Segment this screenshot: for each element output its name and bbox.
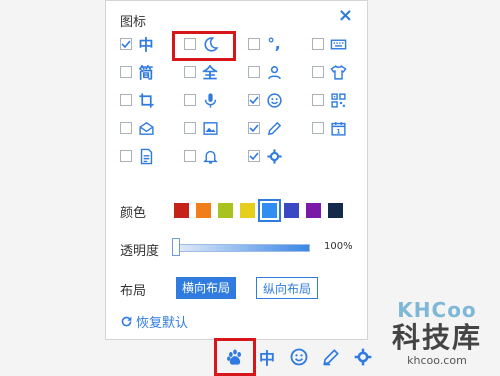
toolbar-settings-panel: 图标 × 中 °, 简 全 1 颜色 透明度 100% 布局 横向布局 纵向布局 恢复默… [105,0,368,340]
checkbox[interactable] [184,66,196,78]
vertical-layout-button[interactable]: 纵向布局 [256,277,319,299]
icon-option-image[interactable] [184,119,219,137]
icon-option-fullwidth[interactable]: 全 [184,63,219,82]
keyboard-icon [329,35,347,53]
icon-option-settings-gear[interactable] [248,147,283,165]
emoji-icon [290,348,308,366]
icon-option-skin-shirt[interactable] [312,63,347,81]
opacity-slider-thumb[interactable] [172,238,180,256]
icon-option-lang-zh[interactable]: 中 [120,35,155,54]
color-swatch[interactable] [284,203,299,218]
checkbox[interactable] [248,94,260,106]
fullwidth-icon: 全 [202,63,218,82]
icon-option-crop[interactable] [120,91,155,109]
icon-option-emoji[interactable] [248,91,283,109]
calendar-icon: 1 [329,119,347,137]
checkbox[interactable] [120,38,132,50]
opacity-slider-track[interactable] [178,244,310,252]
checkbox[interactable] [312,66,324,78]
chinese-mode-button[interactable]: 中 [254,344,280,370]
checkbox[interactable] [248,150,260,162]
restore-default-link[interactable]: 恢复默认 [120,312,188,331]
checkbox[interactable] [184,94,196,106]
checkbox[interactable] [312,94,324,106]
opacity-value: 100% [324,241,353,252]
watermark-logo: KHCoo [397,298,477,322]
ime-status-toolbar: 中 [222,344,376,370]
icon-option-pen[interactable] [248,119,283,137]
checkbox[interactable] [120,150,132,162]
pen-icon [323,349,339,366]
highlight-moon-option [172,31,236,61]
color-swatch[interactable] [218,203,233,218]
emoji-icon [265,91,283,109]
color-swatch[interactable] [306,203,321,218]
watermark: KHCoo 科技库 khcoo.com [392,298,482,367]
icon-option-simplified[interactable]: 简 [120,63,155,82]
watermark-url: khcoo.com [407,354,467,367]
settings-button[interactable] [350,344,376,370]
checkbox[interactable] [184,122,196,134]
watermark-site-name: 科技库 [391,321,482,354]
color-swatch[interactable] [328,203,343,218]
crop-icon [137,91,155,109]
checkbox[interactable] [248,38,260,50]
handwriting-button[interactable] [318,344,344,370]
settings-gear-icon [265,147,283,165]
icon-option-user[interactable] [248,63,283,81]
paw-icon [227,349,241,365]
svg-text:1: 1 [336,127,340,135]
paw-button[interactable] [222,344,248,370]
checkbox[interactable] [312,38,324,50]
icon-option-punctuation[interactable]: °, [248,35,283,53]
color-swatch[interactable] [258,199,281,222]
restore-default-label: 恢复默认 [136,316,189,331]
layout-label: 布局 [120,284,147,299]
punctuation-icon: °, [267,35,281,53]
pen-icon [265,119,283,137]
checkbox[interactable] [312,122,324,134]
icon-option-document[interactable] [120,147,155,165]
color-swatch[interactable] [196,203,211,218]
document-icon [137,147,155,165]
checkbox[interactable] [248,66,260,78]
refresh-icon [121,316,132,327]
emoji-button[interactable] [286,344,312,370]
color-label: 颜色 [120,206,147,221]
checkbox[interactable] [248,122,260,134]
skin-shirt-icon [329,63,347,81]
color-swatch[interactable] [174,203,189,218]
lang-zh-icon: 中 [138,35,154,54]
settings-gear-icon [354,348,372,366]
icons-section-title: 图标 [120,15,147,30]
checkbox[interactable] [120,94,132,106]
opacity-label: 透明度 [120,244,160,259]
mail-icon [137,119,155,137]
simplified-icon: 简 [138,63,154,82]
horizontal-layout-button[interactable]: 横向布局 [176,277,237,299]
icon-option-mic[interactable] [184,91,219,109]
checkbox[interactable] [120,66,132,78]
icon-option-keyboard[interactable] [312,35,347,53]
icon-option-qrcode[interactable] [312,91,347,109]
icon-option-bell[interactable] [184,147,219,165]
bell-icon [201,147,219,165]
icon-option-calendar[interactable]: 1 [312,119,347,137]
image-icon [201,119,219,137]
user-icon [265,63,283,81]
color-swatch[interactable] [240,203,255,218]
qrcode-icon [329,91,347,109]
icon-option-mail[interactable] [120,119,155,137]
checkbox[interactable] [184,150,196,162]
mic-icon [201,91,219,109]
close-icon[interactable]: × [338,5,353,26]
checkbox[interactable] [120,122,132,134]
